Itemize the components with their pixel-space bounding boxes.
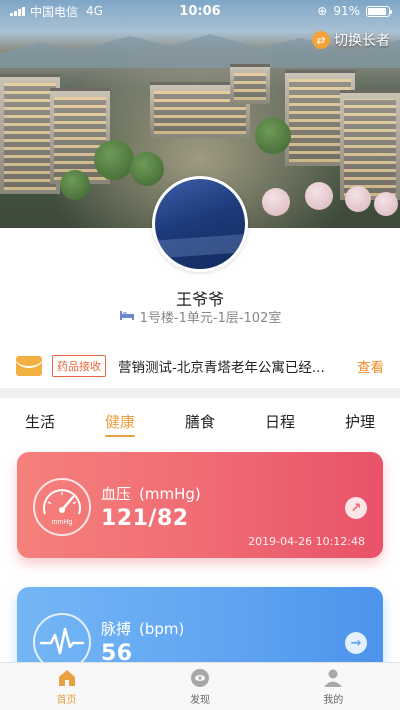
tree bbox=[94, 140, 134, 180]
card-unit: (mmHg) bbox=[139, 485, 201, 503]
tab-label: 护理 bbox=[344, 412, 375, 431]
room-label: 1号楼-1单元-1层-102室 bbox=[139, 311, 282, 326]
user-icon bbox=[322, 667, 344, 689]
nav-me[interactable]: 我的 bbox=[267, 663, 400, 710]
card-title: 脉搏 (bpm) bbox=[101, 618, 184, 639]
bottom-nav: 首页 发现 我的 bbox=[0, 662, 400, 710]
room-info: 1号楼-1单元-1层-102室 bbox=[0, 307, 400, 326]
gauge-unit-text: mmHg bbox=[52, 519, 73, 526]
card-title-text: 血压 bbox=[101, 485, 132, 503]
tab-meals[interactable]: 膳食 bbox=[160, 398, 240, 444]
tab-label: 膳食 bbox=[184, 412, 215, 431]
tab-label: 日程 bbox=[264, 412, 295, 431]
status-bar: 中国电信 4G 10:06 ⊕ 91% bbox=[0, 0, 400, 22]
measurement-time: 2019-04-26 10:12:48 bbox=[248, 535, 365, 548]
tree bbox=[60, 170, 90, 200]
blossom-tree bbox=[374, 192, 398, 216]
nav-home[interactable]: 首页 bbox=[0, 663, 133, 710]
notice-text: 营销测试-北京青塔老年公寓已经... bbox=[118, 360, 325, 376]
tab-nursing[interactable]: 护理 bbox=[320, 398, 400, 444]
tab-health[interactable]: 健康 bbox=[80, 398, 160, 444]
gauge-icon: mmHg bbox=[33, 478, 91, 536]
blossom-tree bbox=[345, 186, 371, 212]
nav-label: 发现 bbox=[189, 695, 210, 706]
arrow-right-icon[interactable]: → bbox=[345, 632, 367, 654]
card-title: 血压 (mmHg) bbox=[101, 483, 201, 504]
nav-discover[interactable]: 发现 bbox=[133, 663, 266, 710]
battery-icon bbox=[366, 5, 392, 17]
clock: 10:06 bbox=[179, 3, 221, 19]
card-title-text: 脉搏 bbox=[101, 620, 132, 638]
tab-label: 健康 bbox=[104, 412, 135, 431]
switch-elder-label: 切换长者 bbox=[334, 33, 390, 49]
tab-schedule[interactable]: 日程 bbox=[240, 398, 320, 444]
tab-life[interactable]: 生活 bbox=[0, 398, 80, 444]
nav-label: 首页 bbox=[56, 695, 77, 706]
blossom-tree bbox=[262, 188, 290, 216]
avatar[interactable] bbox=[152, 176, 248, 272]
app-screen: 中国电信 4G 10:06 ⊕ 91% ⇄ 切换长者 王爷爷 1号楼-1单元-1… bbox=[0, 0, 400, 710]
arrow-up-right-icon[interactable]: ↗ bbox=[345, 497, 367, 519]
category-tabs: 生活 健康 膳食 日程 护理 bbox=[0, 398, 400, 444]
notice-bar[interactable]: 药品接收 营销测试-北京青塔老年公寓已经... 查看 bbox=[0, 344, 400, 388]
tree bbox=[130, 152, 164, 186]
blood-pressure-card[interactable]: mmHg 血压 (mmHg) 121/82 ↗ 2019-04-26 10:12:… bbox=[17, 452, 383, 558]
discover-icon bbox=[189, 667, 211, 689]
section-divider bbox=[0, 388, 400, 398]
home-icon bbox=[56, 667, 78, 689]
notice-tag: 药品接收 bbox=[52, 355, 106, 377]
blood-pressure-value: 121/82 bbox=[101, 506, 189, 531]
building bbox=[230, 64, 270, 104]
view-notice-link[interactable]: 查看 bbox=[357, 356, 384, 376]
swap-icon: ⇄ bbox=[312, 31, 330, 49]
tree bbox=[255, 118, 291, 154]
card-unit: (bpm) bbox=[139, 620, 185, 638]
switch-elder-button[interactable]: ⇄ 切换长者 bbox=[312, 30, 390, 50]
building bbox=[340, 90, 400, 200]
nav-label: 我的 bbox=[323, 695, 344, 706]
tab-label: 生活 bbox=[24, 412, 55, 431]
blossom-tree bbox=[305, 182, 333, 210]
bed-icon bbox=[119, 309, 135, 325]
mail-icon bbox=[16, 356, 42, 376]
